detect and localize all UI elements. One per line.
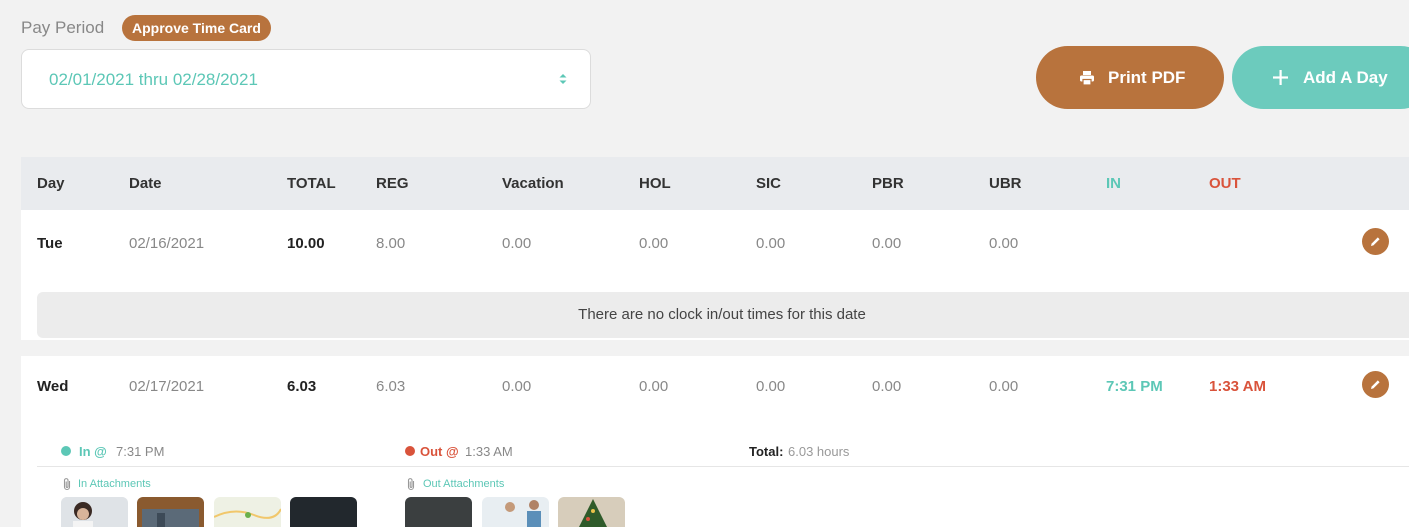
add-a-day-button[interactable]: Add A Day xyxy=(1232,46,1409,109)
total-hours: 6.03 hours xyxy=(788,444,850,459)
row-sic: 0.00 xyxy=(756,235,786,252)
column-header-out: OUT xyxy=(1209,175,1241,192)
in-dot xyxy=(61,446,71,456)
paperclip-icon xyxy=(407,478,415,491)
row-out-time: 1:33 AM xyxy=(1209,378,1266,395)
out-label: Out @ xyxy=(420,444,459,459)
timecard-table: Day Date TOTAL REG Vacation HOL SIC PBR … xyxy=(21,157,1409,527)
attachment-thumbnail[interactable] xyxy=(558,497,625,527)
timecard-page: Pay Period Approve Time Card 02/01/2021 … xyxy=(0,0,1409,527)
pay-period-select[interactable]: 02/01/2021 thru 02/28/2021 xyxy=(21,49,591,109)
in-attachments-link[interactable]: In Attachments xyxy=(78,478,151,490)
row-pbr: 0.00 xyxy=(872,235,902,252)
column-header-vacation: Vacation xyxy=(502,175,564,192)
row-date: 02/16/2021 xyxy=(129,235,205,252)
in-label: In @ xyxy=(79,444,107,459)
row-reg: 8.00 xyxy=(376,235,406,252)
table-header: Day Date TOTAL REG Vacation HOL SIC PBR … xyxy=(21,157,1409,210)
row-pbr: 0.00 xyxy=(872,378,902,395)
attachment-thumbnail[interactable] xyxy=(482,497,549,527)
row-total: 6.03 xyxy=(287,378,317,395)
row-ubr: 0.00 xyxy=(989,235,1019,252)
row-vacation: 0.00 xyxy=(502,235,532,252)
detail-separator xyxy=(37,466,1409,467)
attachment-thumbnail[interactable] xyxy=(61,497,128,527)
column-header-ubr: UBR xyxy=(989,175,1022,192)
row-hol: 0.00 xyxy=(639,235,669,252)
row-day: Wed xyxy=(37,378,69,395)
column-header-date: Date xyxy=(129,175,162,192)
attachment-thumbnail[interactable] xyxy=(405,497,472,527)
printer-icon xyxy=(1080,70,1094,86)
column-header-total: TOTAL xyxy=(287,175,336,192)
edit-day-button[interactable] xyxy=(1362,228,1389,255)
column-header-hol: HOL xyxy=(639,175,671,192)
add-a-day-label: Add A Day xyxy=(1303,67,1388,87)
row-hol: 0.00 xyxy=(639,378,669,395)
out-time: 1:33 AM xyxy=(465,444,513,459)
pay-period-value: 02/01/2021 thru 02/28/2021 xyxy=(49,70,258,89)
attachment-thumbnail[interactable] xyxy=(214,497,281,527)
select-arrows-icon xyxy=(559,74,567,84)
approve-time-card-button[interactable]: Approve Time Card xyxy=(122,15,271,41)
pencil-icon xyxy=(1371,380,1380,389)
column-header-in: IN xyxy=(1106,175,1121,192)
row-reg: 6.03 xyxy=(376,378,406,395)
row-in-time: 7:31 PM xyxy=(1106,378,1163,395)
pencil-icon xyxy=(1371,237,1380,246)
pay-period-label: Pay Period xyxy=(21,18,105,37)
paperclip-icon xyxy=(63,478,71,491)
column-header-pbr: PBR xyxy=(872,175,904,192)
out-attachments-link[interactable]: Out Attachments xyxy=(423,478,504,490)
print-pdf-button[interactable]: Print PDF xyxy=(1036,46,1224,109)
row-date: 02/17/2021 xyxy=(129,378,205,395)
column-header-sic: SIC xyxy=(756,175,782,192)
out-dot xyxy=(405,446,415,456)
attachment-thumbnail[interactable] xyxy=(137,497,204,527)
plus-icon xyxy=(1273,70,1288,85)
row-vacation: 0.00 xyxy=(502,378,532,395)
total-label: Total: xyxy=(749,444,784,459)
attachment-thumbnail[interactable] xyxy=(290,497,357,527)
row-total: 10.00 xyxy=(287,235,325,252)
row-day: Tue xyxy=(37,235,63,252)
column-header-day: Day xyxy=(37,175,65,192)
row-divider xyxy=(21,340,1409,356)
column-header-reg: REG xyxy=(376,175,409,192)
print-pdf-label: Print PDF xyxy=(1108,67,1186,87)
no-clock-times-message: There are no clock in/out times for this… xyxy=(37,292,1409,338)
in-time: 7:31 PM xyxy=(116,444,165,459)
row-ubr: 0.00 xyxy=(989,378,1019,395)
row-sic: 0.00 xyxy=(756,378,786,395)
edit-day-button[interactable] xyxy=(1362,371,1389,398)
